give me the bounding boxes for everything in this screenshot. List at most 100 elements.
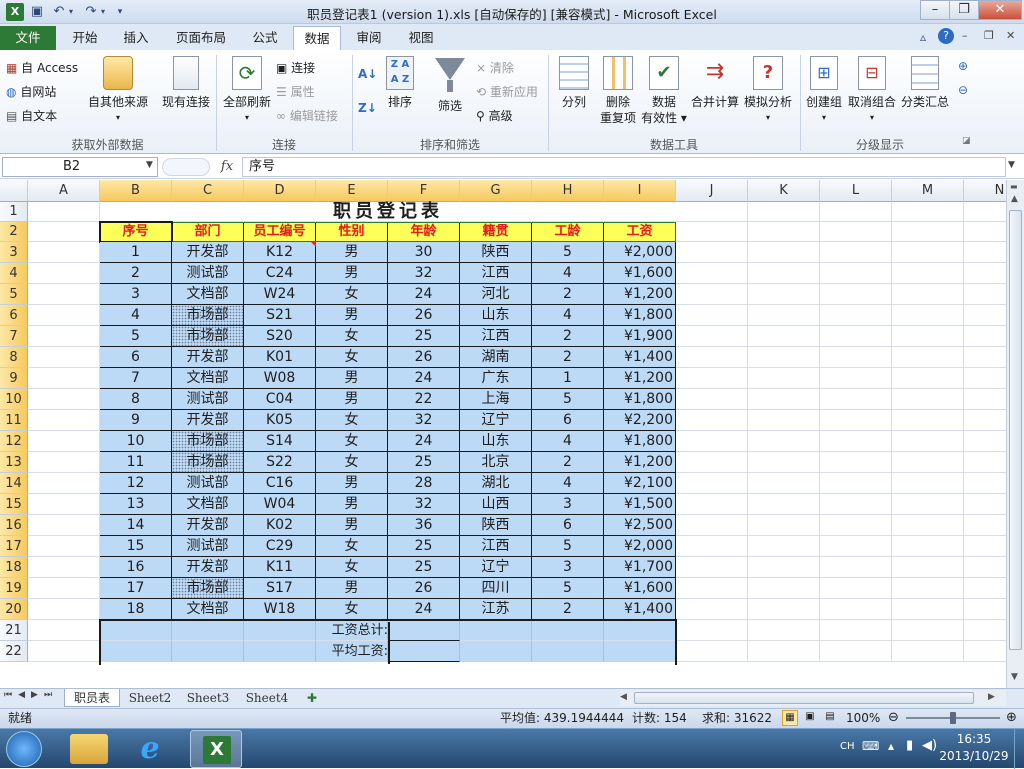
- page-layout-view-icon[interactable]: ▣: [802, 710, 818, 726]
- reapply-button[interactable]: ⟲ 重新应用: [476, 82, 538, 102]
- data-cell[interactable]: 湖南: [460, 347, 532, 368]
- connections-button[interactable]: ▣ 连接: [276, 58, 315, 78]
- data-cell[interactable]: W24: [244, 284, 316, 305]
- row-header[interactable]: 15: [0, 494, 28, 515]
- other-sources-button[interactable]: 自其他来源 ▾: [86, 56, 150, 126]
- summary-cell[interactable]: [172, 620, 244, 641]
- data-cell[interactable]: 32: [388, 263, 460, 284]
- data-cell[interactable]: 广东: [460, 368, 532, 389]
- column-header[interactable]: I: [604, 180, 676, 202]
- data-cell[interactable]: ¥1,200: [604, 368, 676, 389]
- cell[interactable]: [28, 202, 100, 222]
- cell[interactable]: [964, 347, 1006, 368]
- tab-data[interactable]: 数据: [293, 26, 341, 51]
- row-header[interactable]: 6: [0, 305, 28, 326]
- data-cell[interactable]: ¥1,400: [604, 347, 676, 368]
- remove-duplicates-button[interactable]: 删除 重复项: [596, 56, 640, 126]
- column-header-cell[interactable]: 序号: [100, 222, 172, 242]
- data-cell[interactable]: S21: [244, 305, 316, 326]
- data-cell[interactable]: 2: [532, 347, 604, 368]
- data-cell[interactable]: 6: [532, 515, 604, 536]
- data-cell[interactable]: ¥1,200: [604, 452, 676, 473]
- scroll-right-icon[interactable]: ▶: [988, 692, 995, 702]
- undo-dropdown-icon[interactable]: ▾: [66, 3, 76, 21]
- data-cell[interactable]: 26: [388, 305, 460, 326]
- data-cell[interactable]: ¥1,800: [604, 389, 676, 410]
- column-header-cell[interactable]: 年龄: [388, 222, 460, 242]
- cell[interactable]: [892, 263, 964, 284]
- data-cell[interactable]: 25: [388, 536, 460, 557]
- data-cell[interactable]: 江西: [460, 263, 532, 284]
- redo-dropdown-icon[interactable]: ▾: [98, 3, 108, 21]
- save-icon[interactable]: ▣: [28, 3, 46, 21]
- cell[interactable]: [28, 368, 100, 389]
- data-cell[interactable]: 3: [100, 284, 172, 305]
- data-cell[interactable]: 32: [388, 494, 460, 515]
- row-header[interactable]: 3: [0, 242, 28, 263]
- data-cell[interactable]: 开发部: [172, 347, 244, 368]
- data-cell[interactable]: 文档部: [172, 368, 244, 389]
- data-cell[interactable]: 山东: [460, 305, 532, 326]
- tray-expand-icon[interactable]: ▴: [888, 739, 894, 753]
- data-cell[interactable]: ¥2,000: [604, 242, 676, 263]
- cell[interactable]: [820, 515, 892, 536]
- cell[interactable]: [820, 473, 892, 494]
- cell[interactable]: [892, 368, 964, 389]
- column-header[interactable]: E: [316, 180, 388, 202]
- page-break-view-icon[interactable]: ▤: [822, 710, 838, 726]
- show-detail-icon[interactable]: ⊕: [958, 56, 968, 76]
- data-cell[interactable]: 3: [532, 557, 604, 578]
- cell[interactable]: [28, 641, 100, 662]
- column-header[interactable]: A: [28, 180, 100, 202]
- sheet-title[interactable]: 职员登记表: [100, 201, 676, 222]
- data-cell[interactable]: 男: [316, 389, 388, 410]
- cell[interactable]: [964, 452, 1006, 473]
- cell[interactable]: [676, 242, 748, 263]
- data-cell[interactable]: 26: [388, 578, 460, 599]
- cell[interactable]: [676, 368, 748, 389]
- cell[interactable]: [676, 284, 748, 305]
- cell[interactable]: [964, 620, 1006, 641]
- data-cell[interactable]: ¥1,800: [604, 431, 676, 452]
- cell[interactable]: [676, 410, 748, 431]
- subtotal-button[interactable]: 分类汇总: [898, 56, 952, 110]
- data-cell[interactable]: K01: [244, 347, 316, 368]
- column-header[interactable]: L: [820, 180, 892, 202]
- data-cell[interactable]: 上海: [460, 389, 532, 410]
- cell[interactable]: [748, 305, 820, 326]
- data-cell[interactable]: 2: [532, 326, 604, 347]
- cell[interactable]: [748, 578, 820, 599]
- summary-cell[interactable]: [604, 641, 676, 662]
- properties-button[interactable]: ☰ 属性: [276, 82, 315, 102]
- data-cell[interactable]: ¥2,200: [604, 410, 676, 431]
- minimize-button[interactable]: –: [920, 0, 950, 20]
- column-header[interactable]: J: [676, 180, 748, 202]
- data-cell[interactable]: ¥1,600: [604, 263, 676, 284]
- data-cell[interactable]: ¥1,500: [604, 494, 676, 515]
- cell[interactable]: [748, 202, 820, 222]
- data-cell[interactable]: 男: [316, 263, 388, 284]
- sort-asc-button[interactable]: A↓: [358, 64, 377, 84]
- data-cell[interactable]: ¥1,800: [604, 305, 676, 326]
- cell[interactable]: [676, 326, 748, 347]
- data-cell[interactable]: 1: [100, 242, 172, 263]
- data-cell[interactable]: 17: [100, 578, 172, 599]
- cell[interactable]: [748, 368, 820, 389]
- name-box[interactable]: B2: [2, 157, 158, 177]
- data-cell[interactable]: 10: [100, 431, 172, 452]
- cell[interactable]: [820, 431, 892, 452]
- horizontal-scrollbar[interactable]: ◀ ▶: [620, 690, 1006, 706]
- cell[interactable]: [892, 305, 964, 326]
- column-header[interactable]: K: [748, 180, 820, 202]
- data-cell[interactable]: 江西: [460, 326, 532, 347]
- data-cell[interactable]: 四川: [460, 578, 532, 599]
- filter-button[interactable]: 筛选: [430, 56, 470, 114]
- data-cell[interactable]: 2: [532, 599, 604, 620]
- cell[interactable]: [676, 536, 748, 557]
- cell[interactable]: [748, 410, 820, 431]
- row-header[interactable]: 11: [0, 410, 28, 431]
- sheet-tab-2[interactable]: Sheet2: [122, 689, 178, 707]
- cell[interactable]: [892, 515, 964, 536]
- tab-formulas[interactable]: 公式: [242, 26, 288, 50]
- cell[interactable]: [820, 368, 892, 389]
